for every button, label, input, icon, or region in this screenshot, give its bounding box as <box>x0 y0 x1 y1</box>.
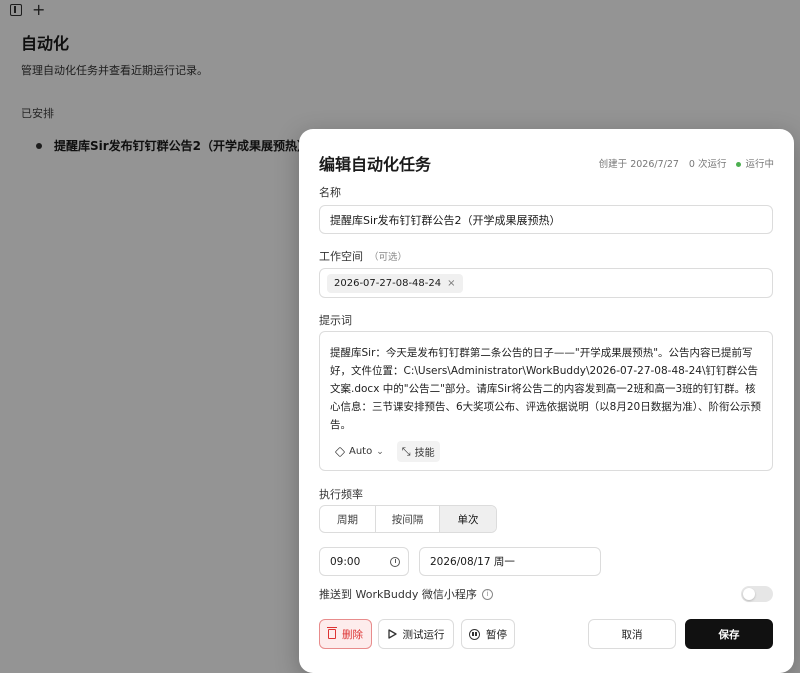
model-selector[interactable]: Auto ⌄ <box>330 443 389 460</box>
name-input[interactable]: 提醒库Sir发布钉钉群公告2（开学成果展预热） <box>319 205 773 234</box>
prompt-toolbar: Auto ⌄ ⤡ 技能 <box>330 441 440 462</box>
model-label: Auto <box>349 446 373 457</box>
frequency-option-interval[interactable]: 按间隔 <box>376 506 440 532</box>
status-badge: 运行中 <box>736 156 774 170</box>
name-label: 名称 <box>319 186 341 199</box>
prompt-value: 提醒库Sir：今天是发布钉钉群第二条公告的日子——"开学成果展预热"。公告内容已… <box>330 347 761 431</box>
push-label: 推送到 WorkBuddy 微信小程序 i <box>319 586 493 602</box>
dialog-title: 编辑自动化任务 <box>319 155 432 174</box>
wand-icon: ⤡ <box>401 444 411 458</box>
chevron-down-icon: ⌄ <box>376 446 384 457</box>
pause-label: 暂停 <box>486 628 507 641</box>
prompt-label: 提示词 <box>319 314 352 327</box>
layers-icon <box>334 446 346 457</box>
skill-button[interactable]: ⤡ 技能 <box>396 441 440 462</box>
clock-icon[interactable] <box>390 556 400 567</box>
cancel-button[interactable]: 取消 <box>588 619 676 649</box>
workspace-optional-hint: （可选） <box>369 252 408 263</box>
push-label-text: 推送到 WorkBuddy 微信小程序 <box>319 588 477 601</box>
test-run-button[interactable]: 测试运行 <box>378 619 454 649</box>
push-setting-row: 推送到 WorkBuddy 微信小程序 i <box>319 584 773 604</box>
workspace-label-text: 工作空间 <box>319 250 363 263</box>
workspace-chip-label: 2026-07-27-08-48-24 <box>334 277 442 289</box>
date-input[interactable]: 2026/08/17 周一 <box>419 547 601 576</box>
delete-label: 删除 <box>342 628 363 641</box>
workspace-input[interactable]: 2026-07-27-08-48-24 × <box>319 268 773 298</box>
delete-button[interactable]: 删除 <box>319 619 372 649</box>
created-date: 创建于 2026/7/27 <box>598 159 679 170</box>
push-toggle[interactable] <box>741 586 773 602</box>
workspace-chip: 2026-07-27-08-48-24 × <box>327 273 463 293</box>
status-text: 运行中 <box>745 159 774 170</box>
time-value: 09:00 <box>330 555 361 568</box>
trash-icon <box>327 627 337 639</box>
chip-remove-icon[interactable]: × <box>447 278 455 289</box>
date-value: 2026/08/17 周一 <box>430 556 515 568</box>
edit-automation-dialog: 编辑自动化任务 创建于 2026/7/27 0 次运行 运行中 名称 提醒库Si… <box>299 129 794 673</box>
play-icon <box>387 629 397 639</box>
name-value: 提醒库Sir发布钉钉群公告2（开学成果展预热） <box>330 213 561 227</box>
test-run-label: 测试运行 <box>402 628 445 641</box>
prompt-textarea[interactable]: 提醒库Sir：今天是发布钉钉群第二条公告的日子——"开学成果展预热"。公告内容已… <box>319 331 773 471</box>
task-meta: 创建于 2026/7/27 0 次运行 运行中 <box>599 156 774 170</box>
status-dot-icon <box>736 162 742 167</box>
frequency-option-periodic[interactable]: 周期 <box>320 506 376 532</box>
pause-icon <box>469 628 480 640</box>
frequency-option-once[interactable]: 单次 <box>440 506 496 532</box>
frequency-label: 执行频率 <box>319 488 363 501</box>
run-count: 0 次运行 <box>688 159 727 170</box>
info-icon[interactable]: i <box>481 588 493 600</box>
save-button[interactable]: 保存 <box>685 619 773 649</box>
workspace-label: 工作空间 （可选） <box>319 248 407 264</box>
frequency-segmented-control: 周期 按间隔 单次 <box>319 505 497 533</box>
skill-label: 技能 <box>414 448 435 459</box>
pause-button[interactable]: 暂停 <box>461 619 515 649</box>
time-input[interactable]: 09:00 <box>319 547 409 576</box>
